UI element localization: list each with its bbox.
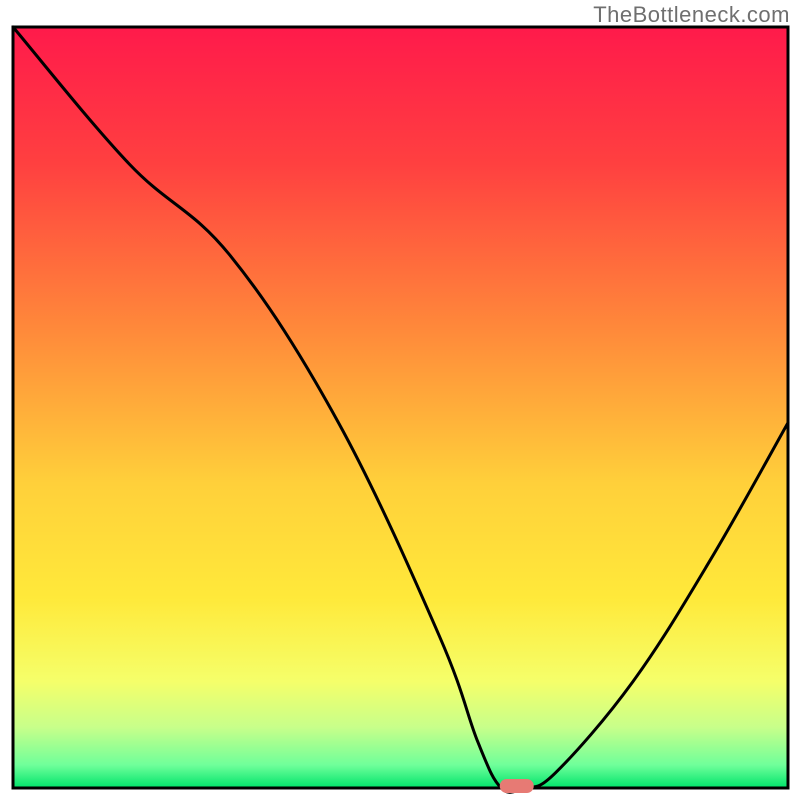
chart-stage: TheBottleneck.com [0, 0, 800, 800]
gradient-background [13, 27, 788, 788]
bottleneck-chart [0, 0, 800, 800]
minimum-marker [500, 779, 534, 793]
